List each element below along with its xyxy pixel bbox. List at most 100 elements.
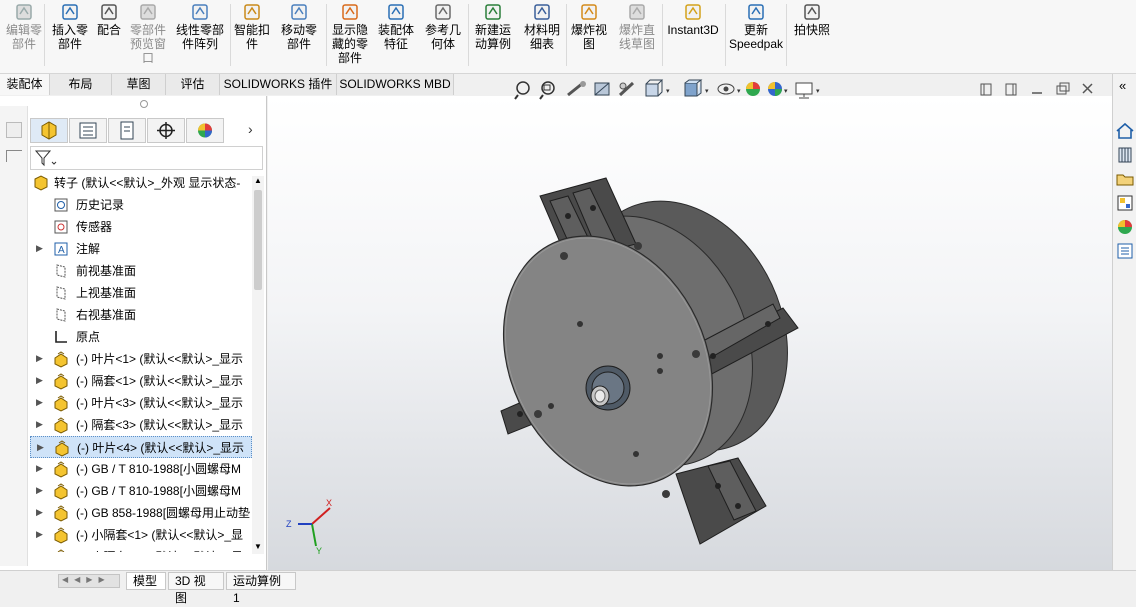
view-orientation-icon[interactable] [645,79,664,97]
reference-geometry-button[interactable]: 参考几 何体 [421,2,465,70]
tree-item-label: (-) 叶片<4> (默认<<默认>_显示 [77,441,245,455]
tree-item-2[interactable]: ▶ A 注解 [30,238,252,260]
expand-arrow-icon[interactable]: ▶ [36,375,46,386]
view-palette-icon[interactable] [1113,192,1136,214]
expand-arrow-icon[interactable]: ▶ [36,463,46,474]
tree-item-11[interactable]: ▶ (-) 叶片<4> (默认<<默认>_显示 [30,436,252,458]
edit-appearance-icon[interactable] [746,82,760,96]
snapshot-button[interactable]: 拍快照 [790,2,834,70]
smart-fastener-button[interactable]: 智能扣件 [232,2,272,70]
bottom-tab-0[interactable]: 模型 [126,572,166,590]
preview-window-button[interactable]: 零部件 预览窗口 [127,2,169,70]
design-library-icon[interactable] [1113,144,1136,166]
assembly-feature-button[interactable]: 装配体 特征 [374,2,418,70]
tab-scroll-arrows[interactable]: ◀◀▶▶ [58,574,120,588]
tree-item-1[interactable]: 传感器 [30,216,252,238]
tree-item-14[interactable]: ▶ (-) GB 858-1988[圆螺母用止动垫 [30,502,252,524]
dimxpert-tab[interactable] [147,118,185,143]
insert-component-button[interactable]: 插入零 部件 [48,2,92,70]
close-icon[interactable] [1082,83,1093,94]
apply-scene-icon[interactable] [768,82,782,96]
previous-view-icon[interactable] [567,81,586,97]
tree-item-15[interactable]: ▶ (-) 小隔套<1> (默认<<默认>_显 [30,524,252,546]
expand-arrow-icon[interactable]: ▶ [36,529,46,540]
display-manager-tab[interactable] [186,118,224,143]
tree-item-6[interactable]: 原点 [30,326,252,348]
file-explorer-icon[interactable] [1113,168,1136,190]
rotor-assembly-model[interactable] [268,96,1112,570]
tree-item-16[interactable]: ▶ (-) 小隔套<2> (默认<<默认>_显 [30,546,252,552]
task-pane-collapse-icon[interactable]: « [1113,76,1136,98]
tree-item-7[interactable]: ▶ (-) 叶片<1> (默认<<默认>_显示 [30,348,252,370]
expand-arrow-icon[interactable]: ▶ [36,397,46,408]
section-view-icon[interactable] [594,82,610,96]
shaft-hub[interactable] [585,365,631,411]
custom-properties-icon[interactable] [1113,240,1136,262]
tree-root-label: 转子 (默认<<默认>_外观 显示状态- [54,176,241,190]
scroll-thumb[interactable] [254,190,262,290]
ribbon-button-label: 智能扣 [233,23,270,37]
tree-item-3[interactable]: 前视基准面 [30,260,252,282]
show-hidden-button[interactable]: 显示隐 藏的零 部件 [328,2,372,70]
linear-pattern-button[interactable]: 线性零部 件阵列 [170,2,230,70]
speedpak-button[interactable]: 更新 Speedpak [728,2,784,70]
tabs-more-chevron-icon[interactable]: › [248,121,253,137]
panel-grip-icon[interactable] [140,100,148,108]
bottom-tab-2[interactable]: 运动算例 1 [226,572,296,605]
expand-arrow-icon[interactable]: ▶ [36,353,46,364]
explode-line-sketch-button[interactable]: 爆炸直 线草图 [613,2,661,70]
blade-bottom[interactable] [675,457,767,545]
feature-manager-tab[interactable] [30,118,68,143]
expand-arrow-icon[interactable]: ▶ [36,419,46,430]
appearances-scenes-icon[interactable] [1113,216,1136,238]
expand-arrow-icon[interactable]: ▶ [37,442,47,453]
display-style-icon[interactable] [684,79,703,97]
tile-right-icon[interactable] [1005,83,1017,96]
edit-part-button[interactable]: 编辑零 部件 [2,2,46,70]
tab-1[interactable]: 布局 [50,74,112,95]
configuration-manager-tab[interactable] [108,118,146,143]
tab-5[interactable]: SOLIDWORKS MBD [337,74,454,95]
ribbon-separator [566,4,567,66]
graphics-viewport[interactable]: ▾ ▾ ▾ ▾ ▾ X Y Z [268,79,1112,570]
move-component-button[interactable]: 移动零 部件 [275,2,323,70]
property-manager-tab[interactable] [69,118,107,143]
tree-item-13[interactable]: ▶ (-) GB / T 810-1988[小圆螺母M [30,480,252,502]
tab-3[interactable]: 评估 [166,74,220,95]
tree-item-10[interactable]: ▶ (-) 隔套<3> (默认<<默认>_显示 [30,414,252,436]
dynamic-annotation-icon[interactable] [618,81,635,97]
hide-show-items-icon[interactable] [717,83,735,95]
step-side-icon[interactable] [6,150,22,162]
tree-item-9[interactable]: ▶ (-) 叶片<3> (默认<<默认>_显示 [30,392,252,414]
tab-4[interactable]: SOLIDWORKS 插件 [220,74,337,95]
restore-icon[interactable] [1056,82,1070,95]
tree-root-assembly[interactable]: 转子 (默认<<默认>_外观 显示状态- [30,172,252,194]
expand-arrow-icon[interactable]: ▶ [36,551,46,552]
tree-item-12[interactable]: ▶ (-) GB / T 810-1988[小圆螺母M [30,458,252,480]
exploded-view-button[interactable]: 爆炸视图 [568,2,610,70]
assembly-side-icon[interactable] [6,122,22,138]
new-motion-study-button[interactable]: 新建运 动算例 [470,2,516,70]
bom-button[interactable]: 材料明 细表 [520,2,564,70]
svg-text:▾: ▾ [666,88,670,95]
bottom-tab-1[interactable]: 3D 视图 [168,572,224,605]
tree-item-4[interactable]: 上视基准面 [30,282,252,304]
tree-filter-box[interactable] [30,146,263,170]
ribbon-button-label: 爆炸视 [570,23,607,37]
scroll-down-arrow-icon[interactable]: ▼ [254,542,262,551]
mate-button[interactable]: 配合 [94,2,124,70]
expand-arrow-icon[interactable]: ▶ [36,507,46,518]
tree-item-5[interactable]: 右视基准面 [30,304,252,326]
home-icon[interactable] [1113,120,1136,142]
scroll-up-arrow-icon[interactable]: ▲ [254,176,262,185]
tile-left-icon[interactable] [980,83,992,96]
ribbon-button-label: 特征 [383,37,408,51]
instant3d-button[interactable]: Instant3D [664,2,722,70]
tab-0[interactable]: 装配体 [0,74,50,95]
tab-2[interactable]: 草图 [112,74,166,95]
tree-item-8[interactable]: ▶ (-) 隔套<1> (默认<<默认>_显示 [30,370,252,392]
tree-item-0[interactable]: 历史记录 [30,194,252,216]
tree-scrollbar[interactable]: ▲ ▼ [252,176,264,554]
expand-arrow-icon[interactable]: ▶ [36,485,46,496]
expand-arrow-icon[interactable]: ▶ [36,243,46,254]
